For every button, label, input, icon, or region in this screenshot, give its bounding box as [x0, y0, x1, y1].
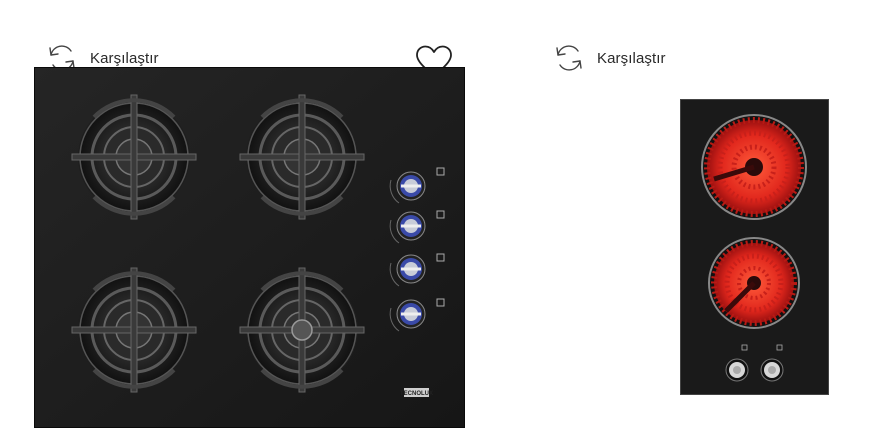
compare-arrows-icon — [553, 42, 585, 74]
compare-label: Karşılaştır — [597, 49, 666, 67]
brand-logo: TECNOLUX — [400, 391, 433, 397]
compare-toggle[interactable]: Karşılaştır — [553, 42, 666, 74]
product-card-gas-hob: Karşılaştır TECNOLUX — [0, 0, 500, 440]
product-image[interactable] — [680, 99, 829, 395]
product-image[interactable]: TECNOLUX — [34, 67, 465, 428]
product-card-ceramic-hob: Karşılaştır — [520, 0, 880, 440]
compare-label: Karşılaştır — [90, 49, 159, 67]
